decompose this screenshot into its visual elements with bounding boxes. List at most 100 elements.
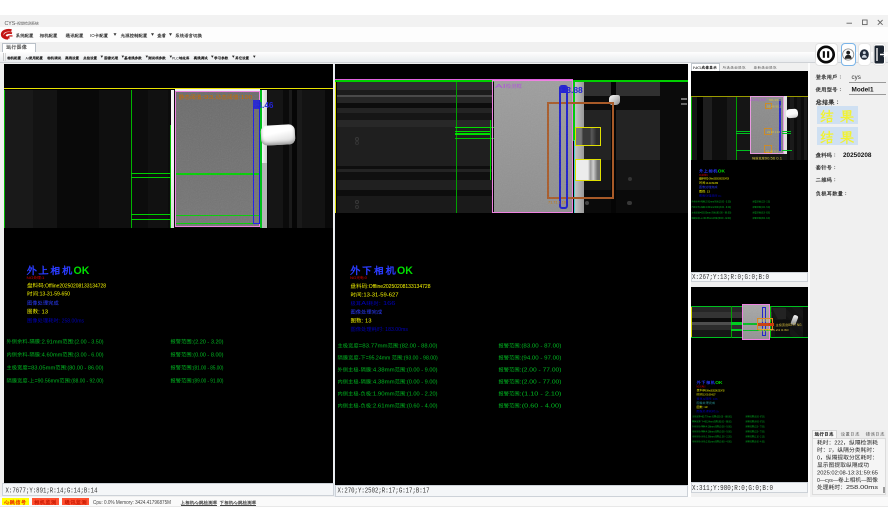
svg-text:X:270;Y:2502;R:17;G:17;B:17: X:270;Y:2502;R:17;G:17;B:17 xyxy=(338,488,430,496)
svg-text:-: - xyxy=(700,421,701,423)
svg-text::1.90mm: :1.90mm xyxy=(371,392,395,398)
svg-text:-: - xyxy=(700,207,701,209)
svg-text:AI: AI xyxy=(26,56,29,60)
svg-text::Offline20250208133134728: :Offline20250208133134728 xyxy=(44,283,106,289)
svg-text::13-31-59-650: :13-31-59-650 xyxy=(38,292,70,298)
svg-text::(2.00 - 77.00): :(2.00 - 77.00) xyxy=(520,368,562,374)
svg-text:71.71 1.16: 71.71 1.16 xyxy=(548,201,566,205)
svg-text:Model1: Model1 xyxy=(852,87,874,94)
svg-text:23.48 1.16: 23.48 1.16 xyxy=(767,130,780,134)
svg-text:NG: NG xyxy=(697,384,700,388)
svg-text::(88.00 - 92.00): :(88.00 - 92.00) xyxy=(717,218,731,220)
svg-text:AI: AI xyxy=(495,84,506,90)
svg-text::(1.00 - 2.20): :(1.00 - 2.20) xyxy=(405,392,437,398)
svg-text::100: :100 xyxy=(239,95,253,101)
svg-text:53.48 90.1: 53.48 90.1 xyxy=(767,105,782,109)
svg-text:: 258.00ms: : 258.00ms xyxy=(59,318,85,324)
svg-text:-: - xyxy=(359,368,361,374)
svg-text:cys: cys xyxy=(852,74,861,81)
svg-text::1.90mm: :1.90mm xyxy=(705,436,714,438)
svg-text::(80.00 - 86.00): :(80.00 - 86.00) xyxy=(716,212,732,214)
svg-text:AI: AI xyxy=(751,98,757,102)
svg-text:—: — xyxy=(861,478,867,484)
svg-text::(81.00 - 85.00): :(81.00 - 85.00) xyxy=(761,212,770,214)
svg-text:NG: NG xyxy=(699,173,702,177)
svg-text:OK: OK xyxy=(718,169,726,175)
svg-text::(0.60 - 4.00): :(0.60 - 4.00) xyxy=(719,441,732,443)
svg-text::(80.00 - 86.00): :(80.00 - 86.00) xyxy=(66,365,104,371)
svg-text::(1.10 - 2.10): :(1.10 - 2.10) xyxy=(754,436,765,438)
svg-text::4.38mm: :4.38mm xyxy=(371,368,395,374)
svg-text:-: - xyxy=(359,392,361,398)
svg-text:95.24 0.60: 95.24 0.60 xyxy=(771,328,789,332)
svg-text::(2.00 - 3.50): :(2.00 - 3.50) xyxy=(718,201,731,203)
svg-text:X:7677;Y:891;R:14;G:14;B:14: X:7677;Y:891;R:14;G:14;B:14 xyxy=(6,488,98,496)
svg-text::(88.00 - 92.00): :(88.00 - 92.00) xyxy=(70,379,104,385)
svg-text:90-13.0: 90-13.0 xyxy=(769,98,781,102)
svg-text:IO: IO xyxy=(90,33,95,38)
svg-text::(0.00 - 8.00): :(0.00 - 8.00) xyxy=(761,207,770,209)
svg-text::4.60mm: :4.60mm xyxy=(705,207,714,209)
svg-text:: 166: : 166 xyxy=(379,301,396,307)
svg-text::(2.00 - 3.50): :(2.00 - 3.50) xyxy=(73,339,104,345)
svg-text::(3.00 - 6.00): :(3.00 - 6.00) xyxy=(73,352,104,358)
svg-text:-: - xyxy=(28,352,30,358)
svg-text::(2.00 - 77.00): :(2.00 - 77.00) xyxy=(520,380,562,386)
svg-text:OK: OK xyxy=(715,380,723,386)
svg-text::93,: :93, xyxy=(202,95,217,101)
svg-text::(0.60 - 4.00): :(0.60 - 4.00) xyxy=(520,404,562,410)
svg-text:=95.24mm: =95.24mm xyxy=(703,421,713,423)
svg-text:222: 222 xyxy=(834,441,843,447)
svg-text:NG: NG xyxy=(350,276,356,280)
svg-text::(0.00 - 9.00): :(0.00 - 9.00) xyxy=(405,380,437,386)
svg-text:17: 17 xyxy=(829,448,832,454)
svg-text::(82.00 - 88.00): :(82.00 - 88.00) xyxy=(716,416,732,418)
svg-text:-: - xyxy=(700,218,701,220)
svg-text::(81.00 - 85.00): :(81.00 - 85.00) xyxy=(192,365,224,371)
svg-text::2.91mm: :2.91mm xyxy=(40,339,62,345)
svg-text:PLC: PLC xyxy=(172,56,179,60)
svg-text:=83.05mm: =83.05mm xyxy=(700,212,711,214)
svg-text::(2.20 - 3.20): :(2.20 - 3.20) xyxy=(761,201,770,203)
svg-text:83.77: 83.77 xyxy=(768,319,773,323)
svg-text:: 166: : 166 xyxy=(712,397,718,401)
svg-text::4.38mm: :4.38mm xyxy=(705,426,714,428)
svg-text:X:267;Y:13;R:0;G:0;B:0: X:267;Y:13;R:0;G:0;B:0 xyxy=(692,274,769,282)
svg-text:52.48 0.1: 52.48 0.1 xyxy=(766,150,778,154)
svg-text::4.38mm: :4.38mm xyxy=(705,431,714,433)
svg-text::13-31-59-627: :13-31-59-627 xyxy=(362,293,399,299)
svg-text:: 13: : 13 xyxy=(38,309,48,315)
svg-text:NG: NG xyxy=(27,276,34,280)
svg-text::(82.00 - 88.00): :(82.00 - 88.00) xyxy=(398,344,438,350)
svg-text::(1.00 - 2.20): :(1.00 - 2.20) xyxy=(719,436,732,438)
svg-text:23.88: 23.88 xyxy=(562,85,584,95)
svg-text::(83.00 - 87.00): :(83.00 - 87.00) xyxy=(754,416,765,418)
svg-text:=90.56mm: =90.56mm xyxy=(703,218,713,220)
svg-text::1: :1 xyxy=(41,276,45,280)
svg-text:NG: NG xyxy=(693,66,702,70)
svg-text:=95.24mm: =95.24mm xyxy=(366,356,391,362)
svg-text:OK: OK xyxy=(74,265,90,277)
svg-text::(89.00 - 91.00): :(89.00 - 91.00) xyxy=(192,379,224,385)
svg-text::(0.60 - 4.00): :(0.60 - 4.00) xyxy=(405,404,437,410)
svg-text::Offline20250208133134728: :Offline20250208133134728 xyxy=(367,284,430,290)
svg-text::(3.00 - 6.00): :(3.00 - 6.00) xyxy=(718,207,731,209)
svg-text:-: - xyxy=(700,431,701,433)
svg-text:-: - xyxy=(359,380,361,386)
svg-text:83.77 NG: 83.77 NG xyxy=(788,323,802,327)
svg-text:: 183.00ms: : 183.00ms xyxy=(382,327,408,333)
svg-text:2025:02:08-13:31:59:65: 2025:02:08-13:31:59:65 xyxy=(817,470,878,476)
svg-text::(0.00 - 8.00): :(0.00 - 8.00) xyxy=(192,352,224,358)
svg-text::4.38mm: :4.38mm xyxy=(371,380,395,386)
svg-text::(2.20 - 3.20): :(2.20 - 3.20) xyxy=(192,339,224,345)
svg-text:-: - xyxy=(28,379,30,385)
svg-text:=90.56mm: =90.56mm xyxy=(35,379,60,385)
svg-text::(2.00 - 77.00): :(2.00 - 77.00) xyxy=(754,431,765,433)
svg-text::13-31-59-650: :13-31-59-650 xyxy=(705,181,718,185)
svg-text::(0.00 - 9.00): :(0.00 - 9.00) xyxy=(405,368,437,374)
svg-text::(93.00 - 98.00): :(93.00 - 98.00) xyxy=(402,356,438,362)
svg-text:Cpu: 0.0% Memory: 3424.4179687: Cpu: 0.0% Memory: 3424.41796875M xyxy=(93,500,171,506)
svg-text:AI: AI xyxy=(703,397,706,401)
svg-text:-: - xyxy=(700,436,701,438)
svg-text:: 183.00ms: : 183.00ms xyxy=(715,409,719,413)
